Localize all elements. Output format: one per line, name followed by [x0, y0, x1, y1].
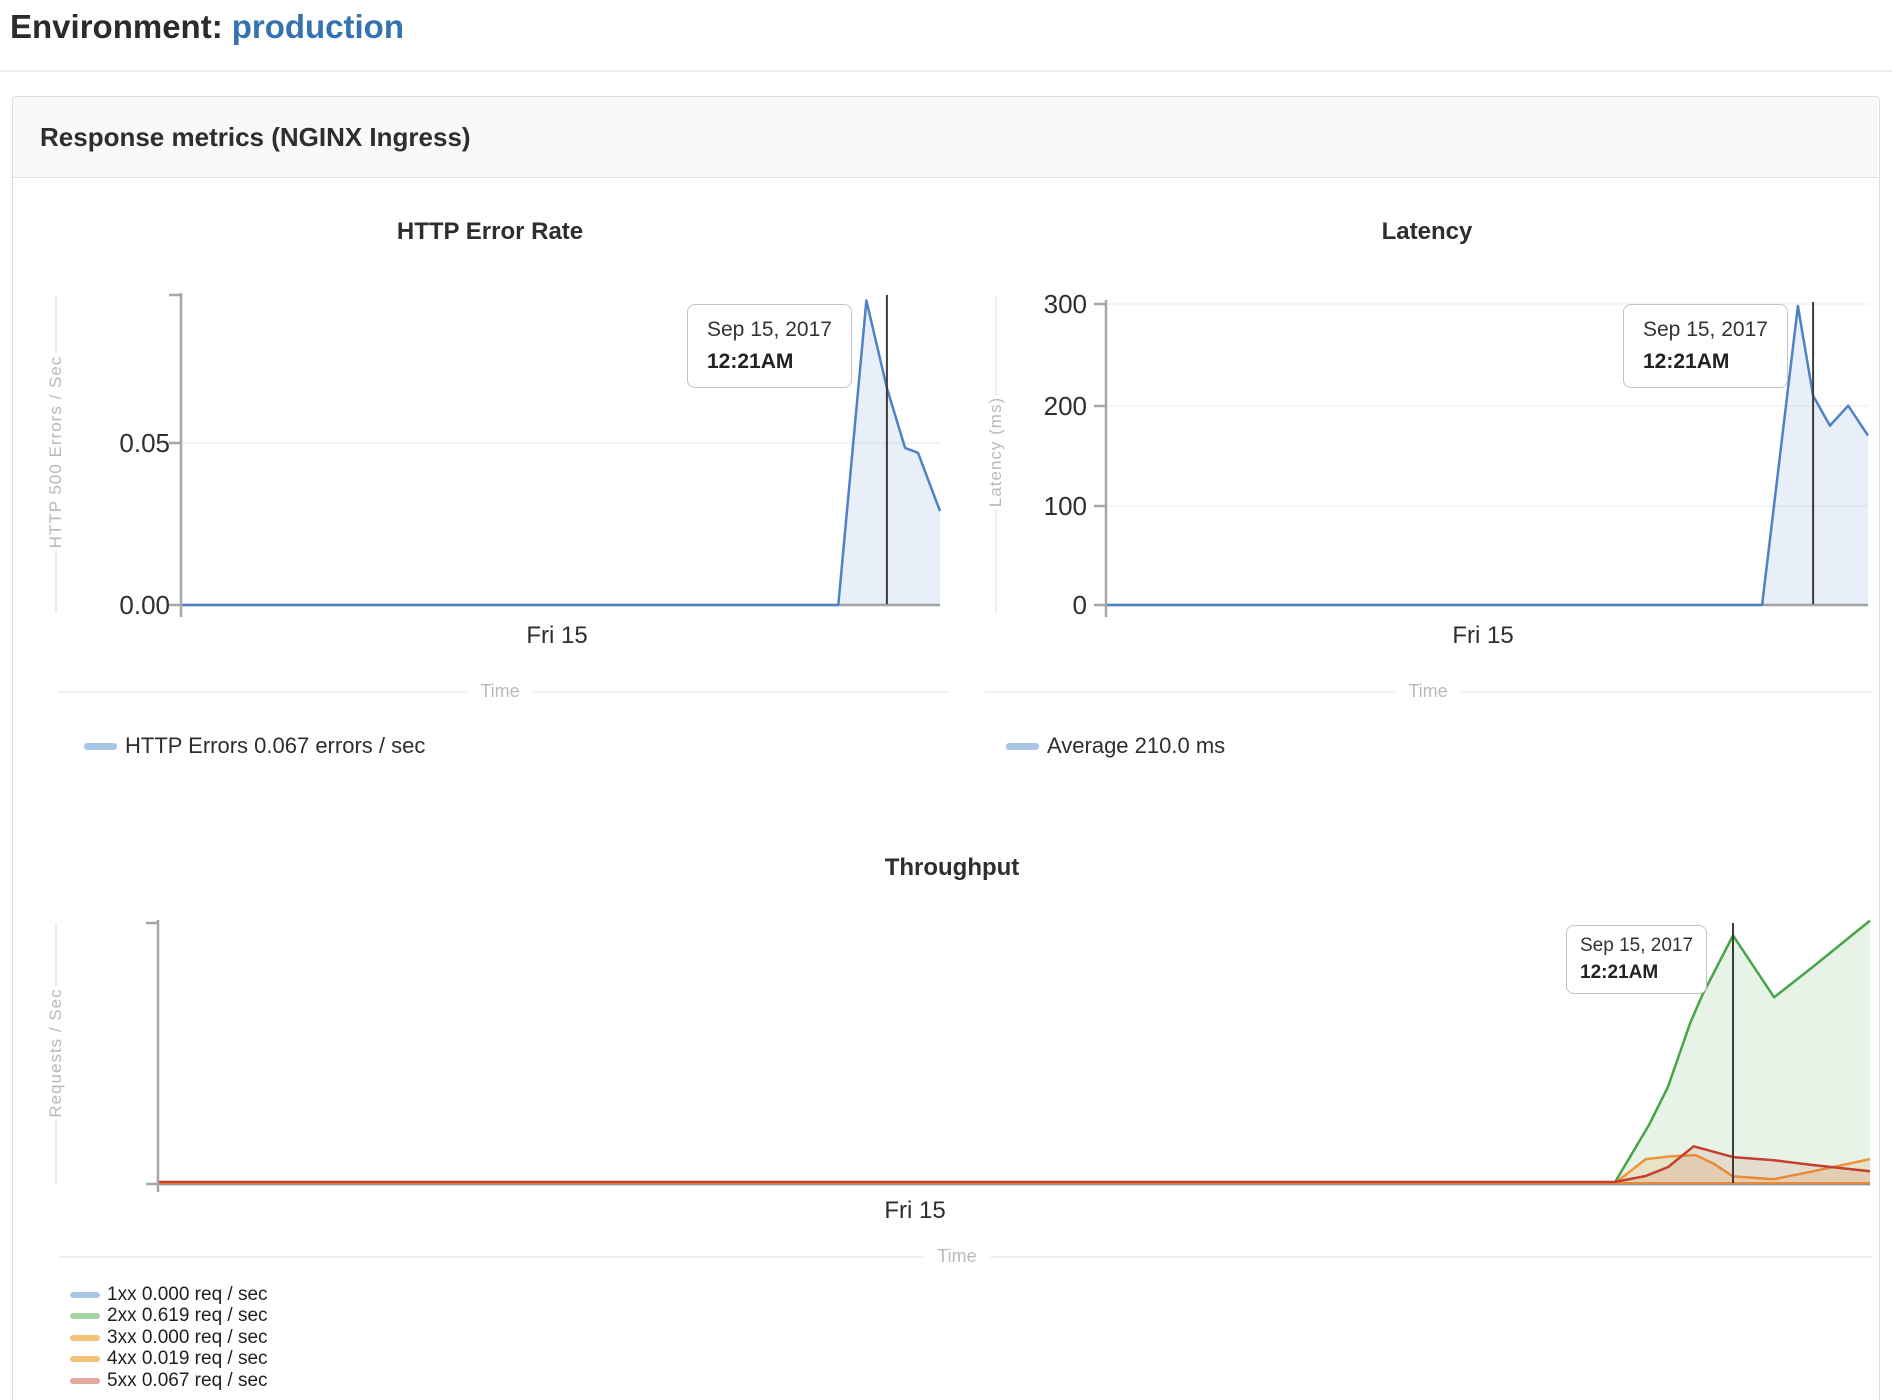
tooltip-date: Sep 15, 2017 [1580, 935, 1693, 957]
charts-canvas[interactable] [0, 0, 1892, 1400]
error-rate-y-tick: 0.05 [70, 427, 170, 459]
legend-swatch [70, 1378, 100, 1384]
tooltip-date: Sep 15, 2017 [1643, 318, 1768, 342]
latency-legend: Average 210.0 ms [1006, 733, 1225, 759]
tooltip-time: 12:21AM [707, 350, 832, 374]
error-rate-legend: HTTP Errors 0.067 errors / sec [84, 733, 425, 759]
legend-label: 2xx 0.619 req / sec [107, 1305, 268, 1327]
legend-swatch [70, 1335, 100, 1341]
tooltip-time: 12:21AM [1580, 962, 1693, 984]
legend-item-5xx: 5xx 0.067 req / sec [70, 1370, 268, 1392]
legend-label: HTTP Errors 0.067 errors / sec [125, 733, 425, 759]
tooltip-time: 12:21AM [1643, 350, 1768, 374]
error-rate-y-tick: 0.00 [70, 589, 170, 621]
error-rate-tooltip: Sep 15, 2017 12:21AM [687, 304, 852, 388]
legend-swatch [70, 1292, 100, 1298]
throughput-tooltip: Sep 15, 2017 12:21AM [1566, 925, 1707, 994]
legend-swatch [84, 743, 117, 750]
latency-title: Latency [1027, 218, 1827, 246]
latency-tooltip: Sep 15, 2017 12:21AM [1623, 304, 1788, 388]
legend-label: 4xx 0.019 req / sec [107, 1348, 268, 1370]
grid-lines [56, 295, 1872, 1257]
legend-label: 1xx 0.000 req / sec [107, 1284, 268, 1306]
legend-label: 3xx 0.000 req / sec [107, 1327, 268, 1349]
throughput-y-axis-label: Requests / Sec [36, 986, 76, 1119]
error-rate-x-tick: Fri 15 [487, 622, 627, 650]
error-rate-title: HTTP Error Rate [90, 218, 890, 246]
legend-swatch [70, 1356, 100, 1362]
throughput-legend: 1xx 0.000 req / sec 2xx 0.619 req / sec … [70, 1284, 268, 1392]
page: Environment:production Response metrics … [0, 0, 1892, 1400]
latency-x-tick: Fri 15 [1413, 622, 1553, 650]
throughput-title: Throughput [552, 854, 1352, 882]
latency-y-tick: 0 [987, 589, 1087, 621]
legend-item-4xx: 4xx 0.019 req / sec [70, 1349, 268, 1371]
error-rate-x-axis-title: Time [466, 681, 533, 702]
throughput-x-tick: Fri 15 [845, 1197, 985, 1225]
latency-y-tick: 200 [987, 390, 1087, 422]
latency-y-tick: 300 [987, 288, 1087, 320]
legend-label: Average 210.0 ms [1047, 733, 1225, 759]
legend-label: 5xx 0.067 req / sec [107, 1370, 268, 1392]
legend-item-1xx: 1xx 0.000 req / sec [70, 1284, 268, 1306]
throughput-x-axis-title: Time [923, 1246, 990, 1267]
latency-y-tick: 100 [987, 490, 1087, 522]
latency-x-axis-title: Time [1394, 681, 1461, 702]
legend-swatch [1006, 743, 1039, 750]
legend-item-3xx: 3xx 0.000 req / sec [70, 1327, 268, 1349]
legend-item-2xx: 2xx 0.619 req / sec [70, 1306, 268, 1328]
tooltip-date: Sep 15, 2017 [707, 318, 832, 342]
legend-swatch [70, 1313, 100, 1319]
